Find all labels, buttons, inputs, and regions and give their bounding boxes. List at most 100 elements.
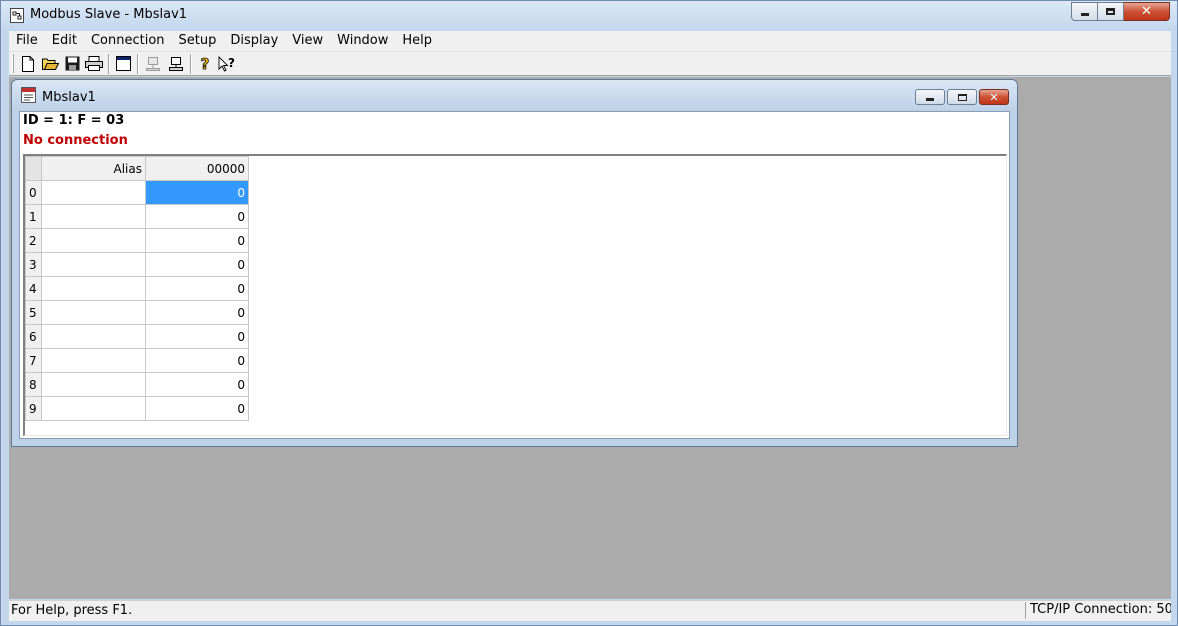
register-value-cell[interactable]: 0	[145, 324, 249, 349]
toolbar: ? ?	[9, 52, 1171, 76]
toolbar-grip[interactable]	[12, 54, 14, 73]
menu-connection[interactable]: Connection	[84, 31, 172, 51]
open-button[interactable]	[40, 54, 60, 73]
register-grid[interactable]: Alias 00000 0 0 1 0 2 0 3 0 4 0 5 0 6 0 …	[23, 154, 1007, 436]
table-row: 7 0	[25, 348, 249, 373]
connect-button[interactable]	[143, 54, 163, 73]
register-table: Alias 00000 0 0 1 0 2 0 3 0 4 0 5 0 6 0 …	[25, 156, 249, 421]
grid-corner[interactable]	[25, 156, 42, 181]
table-row: 3 0	[25, 252, 249, 277]
menu-view[interactable]: View	[285, 31, 330, 51]
alias-cell[interactable]	[41, 252, 146, 277]
window-button[interactable]	[113, 54, 133, 73]
alias-cell[interactable]	[41, 348, 146, 373]
alias-column-header[interactable]: Alias	[41, 156, 146, 181]
toolbar-separator	[190, 54, 192, 74]
alias-cell[interactable]	[41, 276, 146, 301]
register-value-cell[interactable]: 0	[145, 396, 249, 421]
menu-bar: File Edit Connection Setup Display View …	[9, 31, 1171, 52]
menu-setup[interactable]: Setup	[172, 31, 224, 51]
row-header[interactable]: 0	[25, 180, 42, 205]
maximize-button[interactable]	[1098, 2, 1124, 21]
status-bar: For Help, press F1. TCP/IP Connection: 5…	[9, 600, 1171, 621]
minimize-button[interactable]	[1071, 2, 1098, 21]
row-header[interactable]: 1	[25, 204, 42, 229]
help-icon: ?	[200, 56, 210, 72]
child-title-bar[interactable]: Mbslav1 ✕	[12, 80, 1017, 110]
menu-help[interactable]: Help	[395, 31, 439, 51]
child-maximize-button[interactable]	[947, 89, 977, 105]
address-column-header[interactable]: 00000	[145, 156, 249, 181]
maximize-icon	[957, 93, 967, 101]
alias-cell[interactable]	[41, 204, 146, 229]
print-icon	[85, 56, 103, 71]
print-button[interactable]	[84, 54, 104, 73]
row-header[interactable]: 5	[25, 300, 42, 325]
child-minimize-button[interactable]	[915, 89, 945, 105]
register-value-cell[interactable]: 0	[145, 204, 249, 229]
menu-edit[interactable]: Edit	[45, 31, 84, 51]
save-button[interactable]	[62, 54, 82, 73]
table-row: 5 0	[25, 300, 249, 325]
document-icon	[21, 87, 36, 103]
register-value-cell[interactable]: 0	[145, 252, 249, 277]
table-row: 8 0	[25, 372, 249, 397]
toolbar-separator	[108, 54, 110, 74]
register-value-cell[interactable]: 0	[145, 348, 249, 373]
register-value-cell[interactable]: 0	[145, 276, 249, 301]
window-icon	[115, 56, 131, 71]
child-window-title: Mbslav1	[42, 90, 96, 105]
modbus-app-icon	[10, 8, 24, 23]
row-header[interactable]: 8	[25, 372, 42, 397]
child-client-area: ID = 1: F = 03 No connection Alias 00000…	[19, 111, 1010, 439]
row-header[interactable]: 7	[25, 348, 42, 373]
header-row: Alias 00000	[25, 156, 249, 181]
alias-cell[interactable]	[41, 324, 146, 349]
table-row: 0 0	[25, 180, 249, 205]
table-row: 1 0	[25, 204, 249, 229]
window-controls: ✕	[1071, 2, 1170, 21]
alias-cell[interactable]	[41, 396, 146, 421]
register-value-cell[interactable]: 0	[145, 300, 249, 325]
child-close-button[interactable]: ✕	[979, 89, 1009, 105]
disconnect-icon	[169, 56, 183, 71]
row-header[interactable]: 4	[25, 276, 42, 301]
svg-text:?: ?	[201, 56, 210, 72]
context-help-button[interactable]: ?	[217, 54, 237, 73]
disconnect-button[interactable]	[166, 54, 186, 73]
menu-window[interactable]: Window	[330, 31, 395, 51]
register-value-cell[interactable]: 0	[145, 180, 249, 205]
alias-cell[interactable]	[41, 228, 146, 253]
child-window-controls: ✕	[915, 89, 1009, 105]
minimize-icon	[926, 98, 934, 101]
row-header[interactable]: 3	[25, 252, 42, 277]
close-icon: ✕	[989, 90, 999, 104]
save-icon	[65, 56, 79, 71]
row-header[interactable]: 2	[25, 228, 42, 253]
menu-display[interactable]: Display	[223, 31, 285, 51]
alias-cell[interactable]	[41, 372, 146, 397]
help-button[interactable]: ?	[195, 54, 215, 73]
status-connection-text: TCP/IP Connection: 502	[1025, 602, 1171, 619]
connect-icon	[146, 56, 160, 71]
alias-cell[interactable]	[41, 180, 146, 205]
close-button[interactable]: ✕	[1124, 2, 1170, 21]
svg-text:?: ?	[228, 56, 235, 70]
register-value-cell[interactable]: 0	[145, 228, 249, 253]
menu-file[interactable]: File	[9, 31, 45, 51]
connection-status: No connection	[23, 133, 128, 148]
row-header[interactable]: 9	[25, 396, 42, 421]
new-button[interactable]	[18, 54, 38, 73]
title-bar[interactable]: Modbus Slave - Mbslav1 ✕	[1, 1, 1177, 30]
table-row: 4 0	[25, 276, 249, 301]
mdi-client-area[interactable]: Mbslav1 ✕ ID = 1: F = 03 No connection A…	[9, 77, 1171, 599]
child-window-mbslav1[interactable]: Mbslav1 ✕ ID = 1: F = 03 No connection A…	[11, 79, 1018, 447]
new-file-icon	[22, 55, 34, 72]
slave-id-function: ID = 1: F = 03	[23, 113, 125, 128]
table-row: 9 0	[25, 396, 249, 421]
register-value-cell[interactable]: 0	[145, 372, 249, 397]
table-row: 6 0	[25, 324, 249, 349]
alias-cell[interactable]	[41, 300, 146, 325]
context-help-icon: ?	[218, 55, 235, 72]
row-header[interactable]: 6	[25, 324, 42, 349]
